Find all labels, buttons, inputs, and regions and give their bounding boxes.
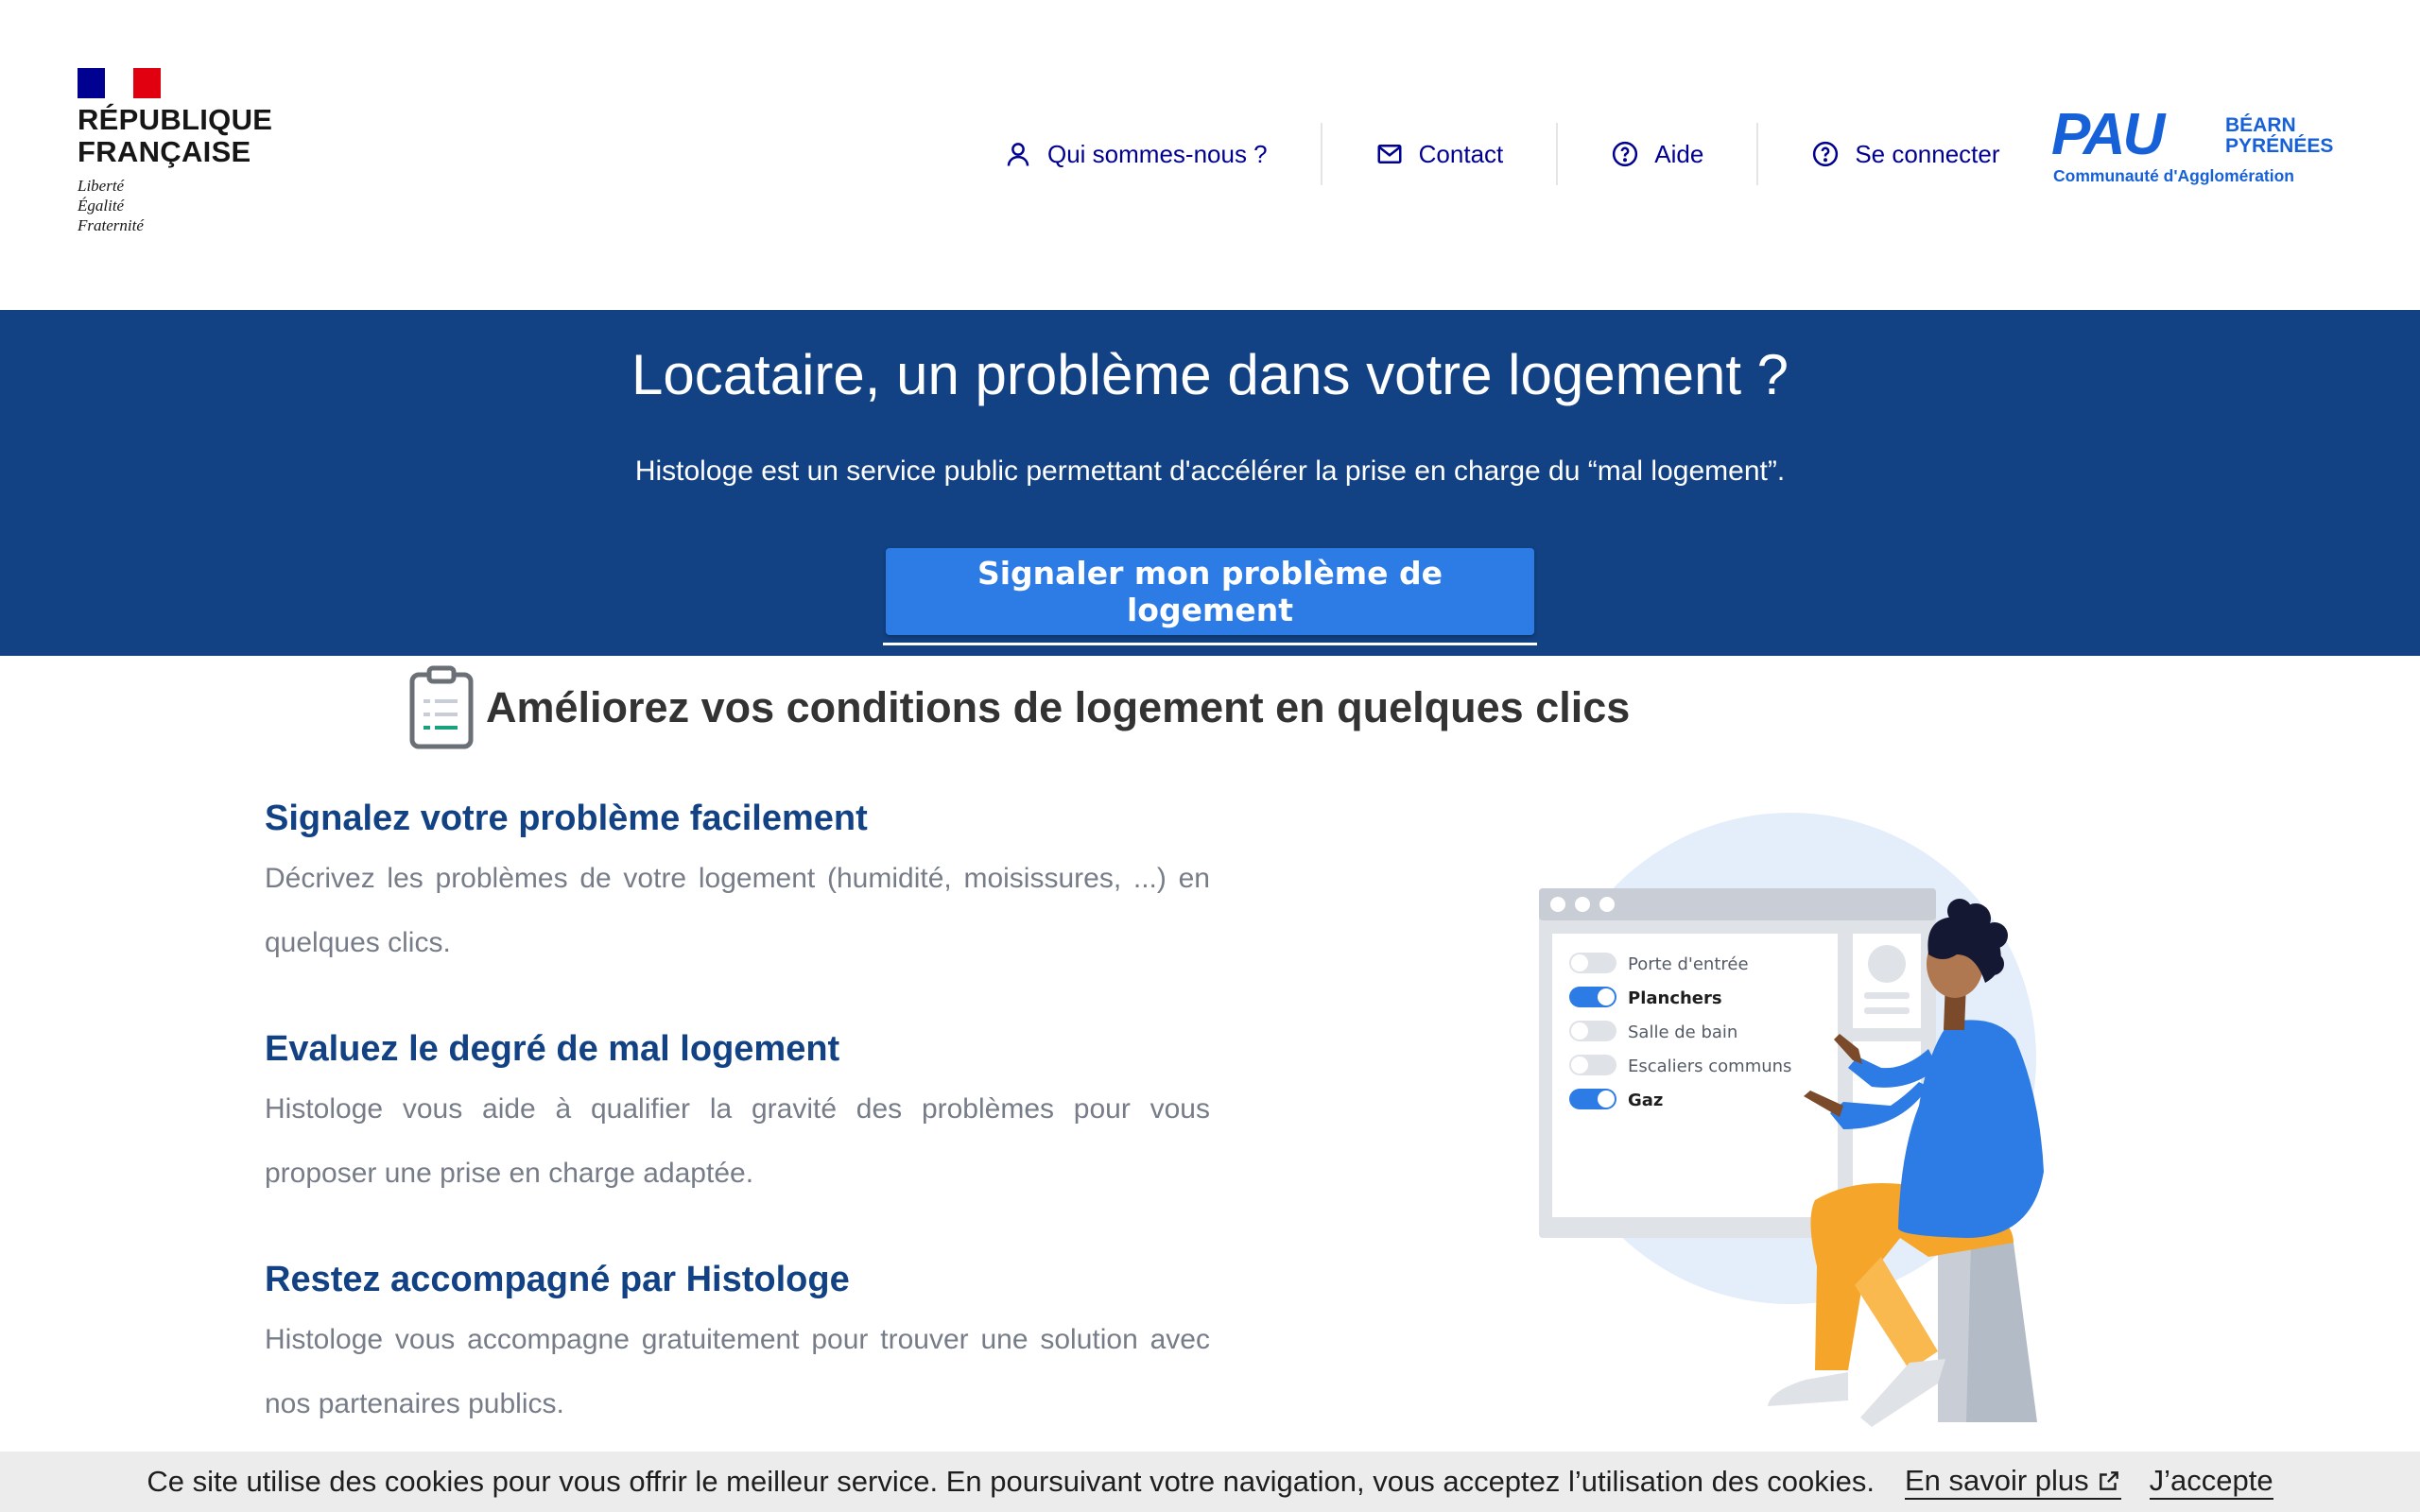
motto-fraternite: Fraternité (78, 216, 144, 234)
toggle-option: Salle de bain (1569, 1021, 1737, 1042)
toggle-label: Planchers (1628, 988, 1722, 1008)
motto-egalite: Égalité (78, 197, 125, 215)
feature-item: Signalez votre problème facilement Décri… (265, 790, 1210, 975)
report-problem-button[interactable]: Signaler mon problème de logement (886, 548, 1534, 635)
toggle-label: Porte d'entrée (1628, 954, 1749, 974)
feature-title: Signalez votre problème facilement (265, 799, 868, 838)
section-title: Améliorez vos conditions de logement en … (486, 683, 1631, 731)
header-nav: Qui sommes-nous ? Contact Aide Se connec… (991, 123, 2053, 185)
cookie-message: Ce site utilise des cookies pour vous of… (147, 1465, 1875, 1498)
republic-motto: Liberté Égalité Fraternité (78, 176, 304, 235)
feature-title: Evaluez le degré de mal logement (265, 1029, 840, 1069)
help-icon (1613, 141, 1638, 167)
illustration-person-at-screen: Porte d'entrée Planchers Salle de bain E… (1539, 813, 2044, 1427)
toggle-option: Porte d'entrée (1569, 953, 1749, 974)
toggle-option: Planchers (1569, 987, 1722, 1008)
nav-help-label: Aide (1654, 139, 1704, 168)
hero-title: Locataire, un problème dans votre logeme… (631, 343, 1789, 406)
pau-logo-subtitle: Communauté d'Agglomération (2053, 166, 2294, 185)
pau-logo-bearn: BÉARN (2225, 114, 2296, 136)
feature-list: Signalez votre problème facilement Décri… (265, 790, 1210, 1482)
republic-name-line2: FRANÇAISE (78, 135, 251, 168)
nav-login-link[interactable]: Se connecter (1756, 123, 2052, 185)
feature-item: Restez accompagné par Histologe Histolog… (265, 1251, 1210, 1436)
nav-help-link[interactable]: Aide (1556, 123, 1756, 185)
hero-description: Histologe est un service public permetta… (634, 455, 1786, 487)
nav-contact-link[interactable]: Contact (1320, 123, 1557, 185)
nav-about-link[interactable]: Qui sommes-nous ? (991, 123, 1321, 185)
cookie-more-label: En savoir plus (1904, 1464, 2089, 1497)
feature-text: Histologe vous accompagne gratuitement p… (265, 1324, 1210, 1419)
pau-logo-word: PAU (2051, 102, 2165, 167)
site-header: RÉPUBLIQUE FRANÇAISE Liberté Égalité Fra… (0, 0, 2420, 310)
pau-logo-pyrenees: PYRÉNÉES (2225, 135, 2334, 157)
pau-partner-logo[interactable]: PAU BÉARN PYRÉNÉES Communauté d'Agglomér… (2051, 106, 2335, 191)
clipboard-icon (409, 665, 474, 749)
feature-title: Restez accompagné par Histologe (265, 1260, 850, 1299)
cta-wrapper: Signaler mon problème de logement (883, 548, 1537, 645)
toggle-option: Escaliers communs (1569, 1055, 1791, 1076)
help-icon (1813, 141, 1839, 167)
feature-item: Evaluez le degré de mal logement Histolo… (265, 1021, 1210, 1206)
toggle-label: Salle de bain (1628, 1022, 1737, 1042)
toggle-label: Escaliers communs (1628, 1057, 1791, 1076)
republique-francaise-logo[interactable]: RÉPUBLIQUE FRANÇAISE Liberté Égalité Fra… (78, 68, 304, 235)
feature-text: Histologe vous aide à qualifier la gravi… (265, 1093, 1210, 1189)
feature-text: Décrivez les problèmes de votre logement… (265, 863, 1210, 958)
cookie-accept-link[interactable]: J’accepte (2149, 1464, 2273, 1500)
mail-icon (1377, 145, 1402, 163)
external-link-icon (2099, 1471, 2118, 1490)
republic-name: RÉPUBLIQUE FRANÇAISE (78, 104, 304, 168)
hero-banner: Locataire, un problème dans votre logeme… (0, 310, 2420, 656)
cookie-more-link[interactable]: En savoir plus (1904, 1464, 2121, 1500)
pau-logo-region: BÉARN PYRÉNÉES (2225, 115, 2333, 157)
section-header: Améliorez vos conditions de logement en … (408, 665, 1630, 750)
user-icon (1007, 143, 1029, 166)
nav-about-label: Qui sommes-nous ? (1047, 139, 1268, 168)
french-flag-icon (78, 68, 161, 98)
nav-contact-label: Contact (1418, 139, 1504, 168)
cookie-banner: Ce site utilise des cookies pour vous of… (0, 1452, 2420, 1512)
cookie-accept-label: J’accepte (2149, 1464, 2273, 1497)
toggle-label: Gaz (1628, 1091, 1663, 1110)
motto-liberte: Liberté (78, 177, 125, 195)
nav-login-label: Se connecter (1855, 139, 2000, 168)
republic-name-line1: RÉPUBLIQUE (78, 103, 273, 136)
